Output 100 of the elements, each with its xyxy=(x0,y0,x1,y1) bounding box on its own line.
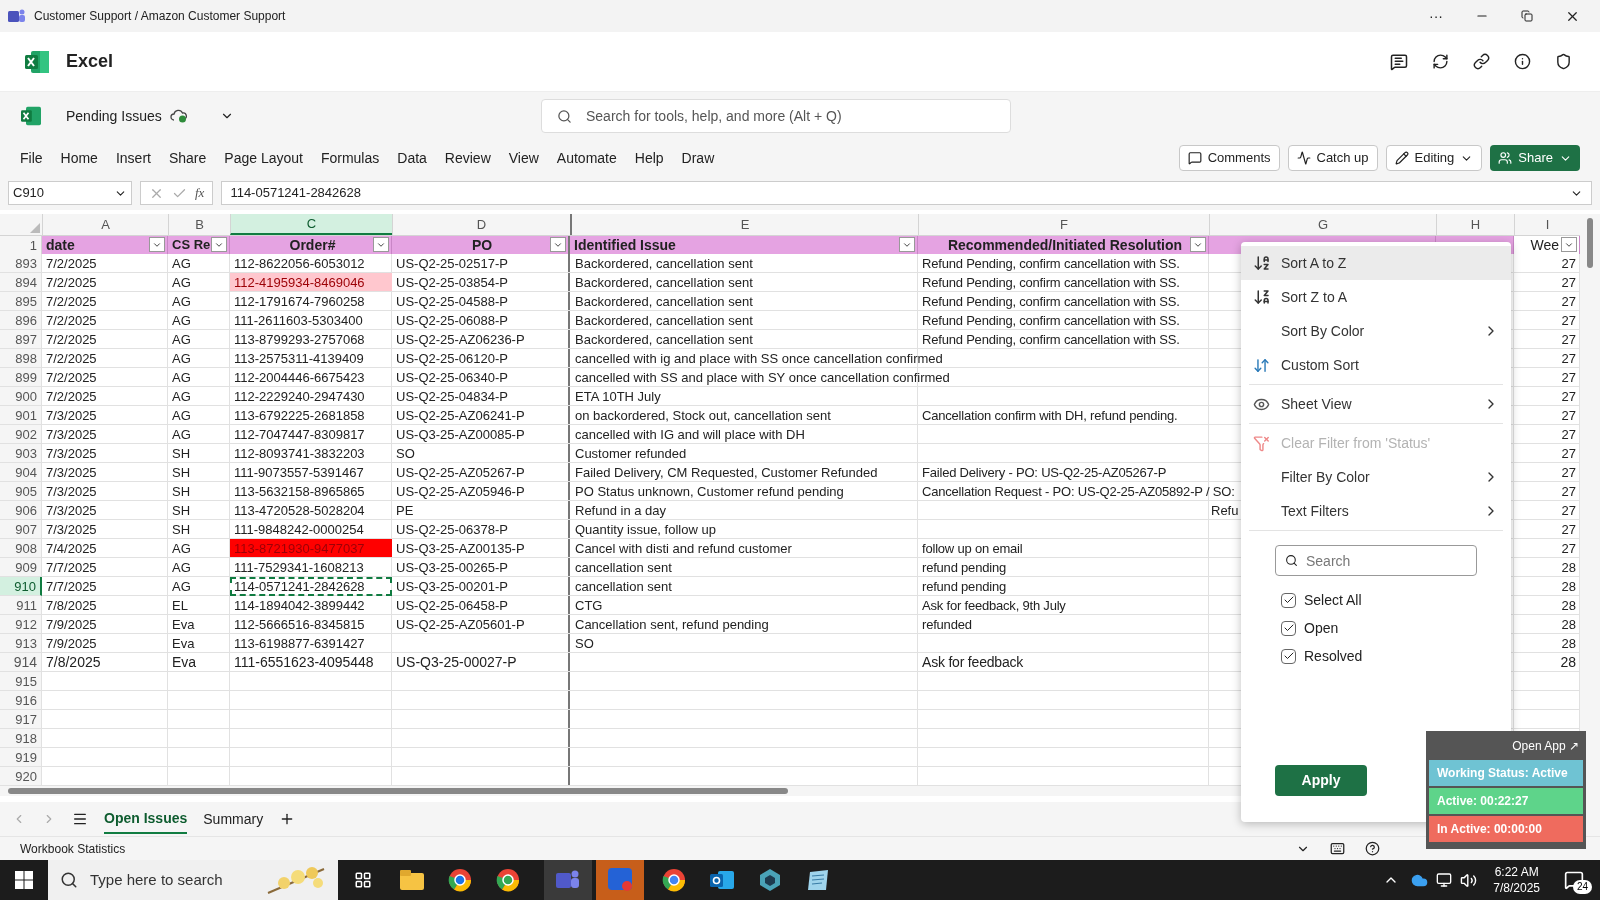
clock-time[interactable]: 6:22 AM xyxy=(1494,864,1539,880)
ribbon-tab[interactable]: Help xyxy=(625,147,673,169)
row-number[interactable]: 905 xyxy=(0,482,42,501)
column-header[interactable]: F xyxy=(918,214,1209,235)
checkbox[interactable] xyxy=(1281,620,1296,636)
network-icon[interactable] xyxy=(1436,872,1453,888)
row-number[interactable]: 903 xyxy=(0,444,42,463)
clock-date[interactable]: 7/8/2025 xyxy=(1493,880,1540,896)
menu-item[interactable]: Custom Sort xyxy=(1241,348,1511,382)
sheet-tab[interactable]: Summary xyxy=(203,804,264,834)
all-sheets-icon[interactable] xyxy=(72,811,88,827)
hexagon-app-icon[interactable] xyxy=(758,868,782,892)
notepad-icon[interactable] xyxy=(806,869,830,891)
row-number[interactable]: 914 xyxy=(0,653,42,672)
restore-icon[interactable] xyxy=(1521,10,1533,22)
row-number[interactable]: 908 xyxy=(0,539,42,558)
file-name[interactable]: Pending Issues xyxy=(66,105,162,127)
formula-field[interactable]: 114-0571241-2842628 xyxy=(221,181,1592,205)
search-field[interactable]: Search xyxy=(1275,545,1477,576)
column-header[interactable]: H xyxy=(1436,214,1514,235)
row-number[interactable]: 895 xyxy=(0,292,42,311)
more-button[interactable]: ··· xyxy=(1417,5,1455,27)
row-number[interactable]: 916 xyxy=(0,691,42,710)
keyboard-icon[interactable] xyxy=(1330,841,1345,856)
ribbon-tab[interactable]: Formulas xyxy=(311,147,389,169)
name-box[interactable]: C910 xyxy=(8,181,132,205)
column-header[interactable]: A xyxy=(42,214,168,235)
row-number[interactable]: 904 xyxy=(0,463,42,482)
info-icon[interactable] xyxy=(1514,53,1531,70)
row-number[interactable]: 901 xyxy=(0,406,42,425)
menu-item[interactable]: Text Filters xyxy=(1241,494,1511,528)
browser-icon[interactable] xyxy=(448,868,472,892)
menu-item[interactable]: Sheet View xyxy=(1241,387,1511,421)
column-header[interactable]: G xyxy=(1209,214,1436,235)
row-number[interactable]: 912 xyxy=(0,615,42,634)
row-number[interactable]: 900 xyxy=(0,387,42,406)
filter-dropdown-button[interactable] xyxy=(899,237,915,252)
taskbar-app-button[interactable] xyxy=(544,860,592,900)
column-header[interactable]: D xyxy=(392,214,570,235)
checkbox[interactable] xyxy=(1281,592,1296,608)
menu-item[interactable]: Filter By Color xyxy=(1241,460,1511,494)
apply-button[interactable]: Apply xyxy=(1275,765,1367,796)
vertical-scrollbar[interactable] xyxy=(1587,218,1593,268)
shield-icon[interactable] xyxy=(1555,53,1572,70)
row-number[interactable]: 909 xyxy=(0,558,42,577)
menu-item[interactable]: Sort Z to A xyxy=(1241,280,1511,314)
row-number[interactable]: 897 xyxy=(0,330,42,349)
horizontal-scrollbar[interactable] xyxy=(8,788,788,794)
row-number[interactable]: 899 xyxy=(0,368,42,387)
filter-dropdown-button[interactable] xyxy=(550,237,566,252)
ribbon-tab[interactable]: File xyxy=(20,147,52,169)
filter-dropdown-button[interactable] xyxy=(149,237,165,252)
row-number[interactable]: 915 xyxy=(0,672,42,691)
filter-dropdown-button[interactable] xyxy=(373,237,389,252)
task-view-icon[interactable] xyxy=(354,871,372,889)
filter-dropdown-button[interactable] xyxy=(1190,237,1206,252)
ribbon-tab[interactable]: Automate xyxy=(547,147,626,169)
row-number[interactable]: 902 xyxy=(0,425,42,444)
menu-item[interactable]: Sort A to Z xyxy=(1241,246,1511,280)
editing-button[interactable]: Editing xyxy=(1385,145,1483,171)
ribbon-tab[interactable]: Share xyxy=(159,147,216,169)
windows-start-icon[interactable] xyxy=(15,871,33,889)
browser-icon[interactable] xyxy=(662,868,686,892)
ribbon-tab[interactable]: Data xyxy=(388,147,436,169)
filter-dropdown-button[interactable] xyxy=(211,237,227,252)
insert-function-button[interactable]: fx xyxy=(195,183,205,203)
row-number[interactable]: 919 xyxy=(0,748,42,767)
row-number[interactable]: 894 xyxy=(0,273,42,292)
volume-icon[interactable] xyxy=(1460,871,1478,889)
checkbox[interactable] xyxy=(1281,648,1296,664)
row-number[interactable]: 898 xyxy=(0,349,42,368)
filter-dropdown-button[interactable] xyxy=(1561,237,1577,252)
row-number[interactable]: 918 xyxy=(0,729,42,748)
folder-icon[interactable] xyxy=(400,870,424,890)
ribbon-tab[interactable]: Review xyxy=(435,147,500,169)
menu-item[interactable]: Sort By Color xyxy=(1241,314,1511,348)
browser-icon[interactable] xyxy=(496,868,520,892)
refresh-icon[interactable] xyxy=(1432,53,1449,70)
row-number[interactable]: 893 xyxy=(0,254,42,273)
ribbon-tab[interactable]: View xyxy=(499,147,548,169)
row-number[interactable]: 911 xyxy=(0,596,42,615)
row-number[interactable]: 906 xyxy=(0,501,42,520)
ribbon-tab[interactable]: Page Layout xyxy=(215,147,312,169)
row-number[interactable]: 913 xyxy=(0,634,42,653)
comments-button[interactable]: Comments xyxy=(1178,145,1280,171)
ribbon-tab[interactable]: Insert xyxy=(106,147,160,169)
catchup-button[interactable]: Catch up xyxy=(1287,145,1378,171)
taskbar-search-field[interactable]: Type here to search xyxy=(48,860,338,900)
outlook-icon[interactable] xyxy=(710,869,734,891)
row-number[interactable]: 896 xyxy=(0,311,42,330)
workbook-statistics[interactable]: Workbook Statistics xyxy=(20,839,126,858)
row-number[interactable]: 910 xyxy=(0,577,42,596)
open-app-link[interactable]: Open App ↗ xyxy=(1512,737,1579,755)
row-number[interactable]: 917 xyxy=(0,710,42,729)
help-icon[interactable] xyxy=(1365,841,1380,856)
ribbon-tab[interactable]: Draw xyxy=(672,147,724,169)
row-number[interactable]: 907 xyxy=(0,520,42,539)
row-number[interactable]: 920 xyxy=(0,767,42,786)
chat-icon[interactable] xyxy=(1390,52,1408,71)
sheet-tab[interactable]: Open Issues xyxy=(104,804,188,834)
